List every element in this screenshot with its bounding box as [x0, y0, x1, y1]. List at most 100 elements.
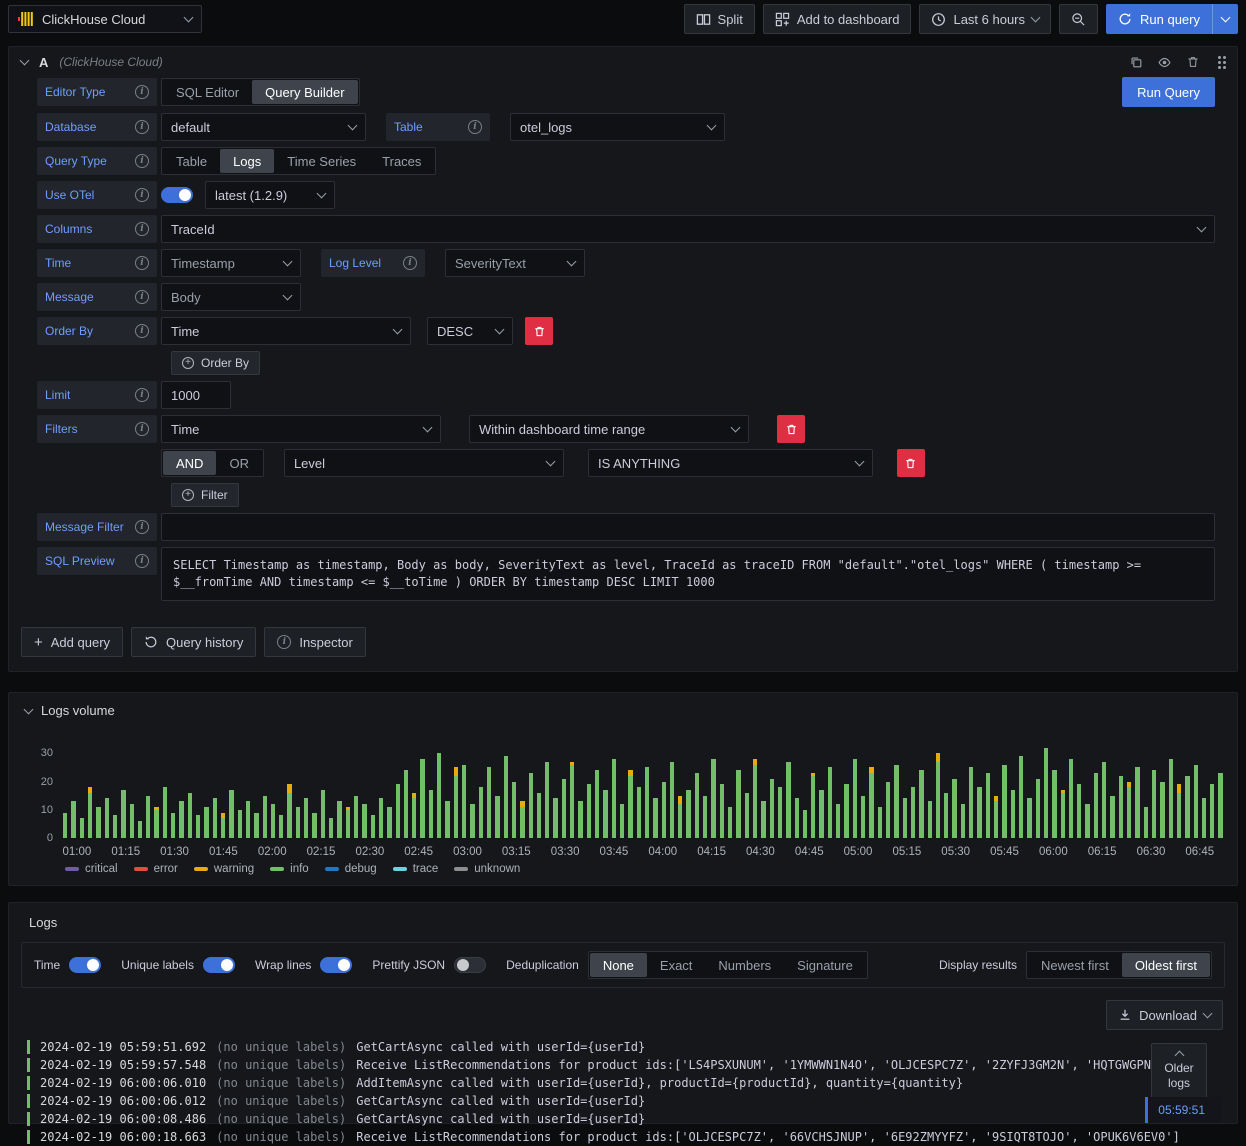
legend-item-trace[interactable]: trace — [392, 863, 438, 875]
chevron-down-icon — [1202, 1008, 1213, 1019]
volume-bar — [312, 742, 317, 838]
legend-item-info[interactable]: info — [270, 863, 309, 875]
remove-filter2-button[interactable] — [896, 449, 925, 477]
collapse-chevron-icon[interactable] — [19, 55, 30, 66]
volume-bar — [245, 742, 251, 838]
zoom-out-button[interactable] — [1059, 4, 1099, 34]
option-and[interactable]: AND — [163, 451, 217, 475]
volume-bar — [1027, 742, 1032, 838]
run-query-editor-button[interactable]: Run Query — [1122, 77, 1215, 107]
info-icon[interactable]: i — [403, 256, 417, 270]
info-icon[interactable]: i — [135, 520, 149, 534]
download-button[interactable]: Download — [1106, 1000, 1223, 1030]
option-newest-first[interactable]: Newest first — [1028, 953, 1122, 977]
info-icon[interactable]: i — [135, 388, 149, 402]
legend-item-error[interactable]: error — [133, 863, 178, 875]
add-to-dashboard-button[interactable]: Add to dashboard — [762, 4, 912, 34]
wrap-lines-toggle[interactable] — [320, 957, 353, 973]
option-numbers[interactable]: Numbers — [705, 953, 784, 977]
option-oldest-first[interactable]: Oldest first — [1121, 953, 1210, 977]
legend-item-unknown[interactable]: unknown — [454, 863, 520, 875]
drag-handle-icon[interactable] — [1214, 56, 1225, 69]
database-select[interactable]: default — [161, 113, 366, 141]
option-exact[interactable]: Exact — [647, 953, 706, 977]
legend-item-debug[interactable]: debug — [324, 863, 377, 875]
duplicate-query-icon[interactable] — [1129, 55, 1143, 69]
option-time-series[interactable]: Time Series — [274, 149, 369, 173]
add-filter-button[interactable]: + Filter — [171, 483, 239, 507]
legend-item-warning[interactable]: warning — [193, 863, 254, 875]
option-signature[interactable]: Signature — [784, 953, 866, 977]
legend-swatch — [324, 867, 339, 871]
remove-order-by-button[interactable] — [525, 317, 553, 345]
info-icon[interactable]: i — [135, 154, 149, 168]
add-query-button[interactable]: + Add query — [21, 627, 124, 657]
otel-version-select[interactable]: latest (1.2.9) — [205, 181, 335, 209]
run-query-button[interactable]: Run query — [1106, 4, 1212, 34]
collapse-chevron-icon[interactable] — [23, 704, 34, 714]
limit-input[interactable] — [161, 381, 231, 409]
time-column-select[interactable]: Timestamp — [161, 249, 301, 277]
plus-circle-icon: + — [182, 357, 194, 369]
hide-query-eye-icon[interactable] — [1157, 55, 1172, 70]
option-query-builder[interactable]: Query Builder — [252, 80, 358, 104]
message-filter-input[interactable] — [161, 513, 1215, 541]
log-row[interactable]: 2024-02-19 06:00:08.486 (no unique labels… — [21, 1110, 1225, 1128]
info-icon[interactable]: i — [468, 120, 482, 134]
volume-bar — [1102, 742, 1107, 838]
time-toggle[interactable] — [69, 957, 102, 973]
info-icon[interactable]: i — [135, 324, 149, 338]
option-or[interactable]: OR — [216, 451, 262, 475]
datasource-picker[interactable]: ClickHouse Cloud — [8, 5, 202, 33]
filter2-operator-select[interactable]: IS ANYTHING — [587, 449, 873, 477]
prettify-json-toggle[interactable] — [454, 957, 487, 973]
volume-bar — [212, 742, 217, 838]
info-icon[interactable]: i — [135, 256, 149, 270]
time-range-picker[interactable]: Last 6 hours — [919, 4, 1052, 34]
option-table[interactable]: Table — [163, 149, 220, 173]
info-icon[interactable]: i — [135, 554, 149, 568]
order-by-field-select[interactable]: Time — [161, 317, 411, 345]
columns-multiselect[interactable]: TraceId — [161, 215, 1215, 243]
log-row[interactable]: 2024-02-19 06:00:06.010 (no unique labels… — [21, 1074, 1225, 1092]
inspector-button[interactable]: i Inspector — [264, 627, 366, 657]
info-icon[interactable]: i — [135, 120, 149, 134]
log-row[interactable]: 2024-02-19 06:00:18.663 (no unique labels… — [21, 1128, 1225, 1146]
add-order-by-button[interactable]: + Order By — [171, 351, 261, 375]
message-column-select[interactable]: Body — [161, 283, 301, 311]
remove-filter-button[interactable] — [777, 415, 805, 443]
use-otel-toggle[interactable] — [161, 187, 193, 203]
log-row[interactable]: 2024-02-19 05:59:51.692 (no unique labels… — [21, 1038, 1225, 1056]
log-message: GetCartAsync called with userId={userId} — [356, 1094, 646, 1108]
log-row[interactable]: 2024-02-19 06:00:06.012 (no unique labels… — [21, 1092, 1225, 1110]
logs-volume-header[interactable]: Logs volume — [23, 703, 1223, 718]
volume-bar — [861, 742, 866, 838]
info-icon[interactable]: i — [135, 85, 149, 99]
option-traces[interactable]: Traces — [369, 149, 434, 173]
info-icon[interactable]: i — [135, 422, 149, 436]
x-tick-label: 04:15 — [697, 846, 726, 858]
filter-operator-select[interactable]: Within dashboard time range — [469, 415, 749, 443]
table-select[interactable]: otel_logs — [510, 113, 725, 141]
legend-item-critical[interactable]: critical — [65, 863, 118, 875]
run-query-dropdown-button[interactable] — [1212, 4, 1238, 34]
option-sql-editor[interactable]: SQL Editor — [163, 80, 252, 104]
option-none[interactable]: None — [589, 953, 647, 977]
add-filter-row: + Filter — [171, 483, 1215, 507]
logs-volume-bars[interactable] — [63, 742, 1223, 838]
legend-swatch — [454, 867, 469, 871]
info-icon[interactable]: i — [135, 290, 149, 304]
order-by-direction-select[interactable]: DESC — [427, 317, 513, 345]
option-logs[interactable]: Logs — [220, 149, 275, 173]
log-row[interactable]: 2024-02-19 05:59:57.548 (no unique labels… — [21, 1056, 1225, 1074]
log-level-select[interactable]: SeverityText — [445, 249, 585, 277]
query-history-button[interactable]: Query history — [131, 627, 257, 657]
unique-labels-toggle[interactable] — [202, 957, 235, 973]
info-icon[interactable]: i — [135, 222, 149, 236]
split-button[interactable]: Split — [683, 4, 755, 34]
info-icon[interactable]: i — [135, 188, 149, 202]
filter-field-select[interactable]: Time — [161, 415, 441, 443]
older-logs-button[interactable]: Older logs — [1151, 1043, 1207, 1099]
remove-query-trash-icon[interactable] — [1186, 55, 1200, 69]
filter2-field-select[interactable]: Level — [283, 449, 564, 477]
